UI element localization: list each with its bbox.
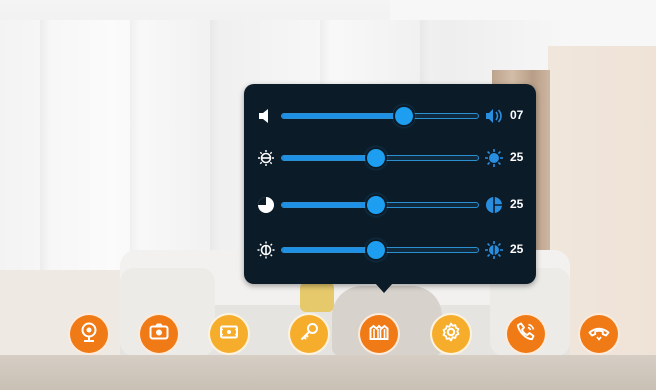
- gate-icon: [367, 320, 391, 349]
- volume-value: 07: [510, 108, 524, 122]
- curtain-fold: [40, 20, 50, 295]
- speaker-high-icon: [484, 106, 504, 126]
- contrast-slider-thumb[interactable]: [367, 196, 386, 214]
- brightness-value: 25: [510, 150, 524, 164]
- hang-up-icon: [587, 320, 611, 349]
- unlock-button[interactable]: [288, 313, 330, 355]
- volume-row: 07: [244, 103, 536, 129]
- sun-bright-icon: [484, 148, 504, 168]
- contrast-high-icon: [484, 195, 504, 215]
- brightness-slider-thumb[interactable]: [367, 149, 386, 167]
- saturation-slider-fill: [282, 248, 377, 252]
- call-phone-icon: [514, 320, 538, 349]
- volume-slider-thumb[interactable]: [394, 107, 413, 125]
- monitor-button[interactable]: [68, 313, 110, 355]
- settings-button[interactable]: [430, 313, 472, 355]
- brightness-row: 25: [244, 145, 536, 171]
- saturation-value: 25: [510, 242, 524, 256]
- sun-dim-icon: [256, 148, 276, 168]
- record-video-icon: [217, 320, 241, 349]
- gate-button[interactable]: [358, 313, 400, 355]
- contrast-low-icon: [256, 195, 276, 215]
- contrast-row: 25: [244, 192, 536, 218]
- color-dim-icon: [256, 240, 276, 260]
- contrast-value: 25: [510, 197, 524, 211]
- saturation-row: 25: [244, 237, 536, 263]
- volume-slider[interactable]: [281, 113, 479, 119]
- contrast-slider-fill: [282, 203, 377, 207]
- speaker-low-icon: [256, 106, 276, 126]
- volume-slider-fill: [282, 114, 404, 118]
- settings-panel: 07 25 25 25: [244, 84, 536, 284]
- floor: [0, 355, 656, 390]
- call-button[interactable]: [505, 313, 547, 355]
- unlock-key-icon: [297, 320, 321, 349]
- snapshot-camera-icon: [147, 320, 171, 349]
- settings-panel-pointer: [375, 283, 393, 293]
- snapshot-button[interactable]: [138, 313, 180, 355]
- hang-up-button[interactable]: [578, 313, 620, 355]
- pillow: [300, 282, 334, 312]
- camera-monitor-icon: [77, 320, 101, 349]
- brightness-slider-fill: [282, 156, 377, 160]
- record-button[interactable]: [208, 313, 250, 355]
- left-wall: [0, 270, 130, 360]
- saturation-slider-thumb[interactable]: [367, 241, 386, 259]
- settings-gear-icon: [439, 320, 463, 349]
- color-bright-icon: [484, 240, 504, 260]
